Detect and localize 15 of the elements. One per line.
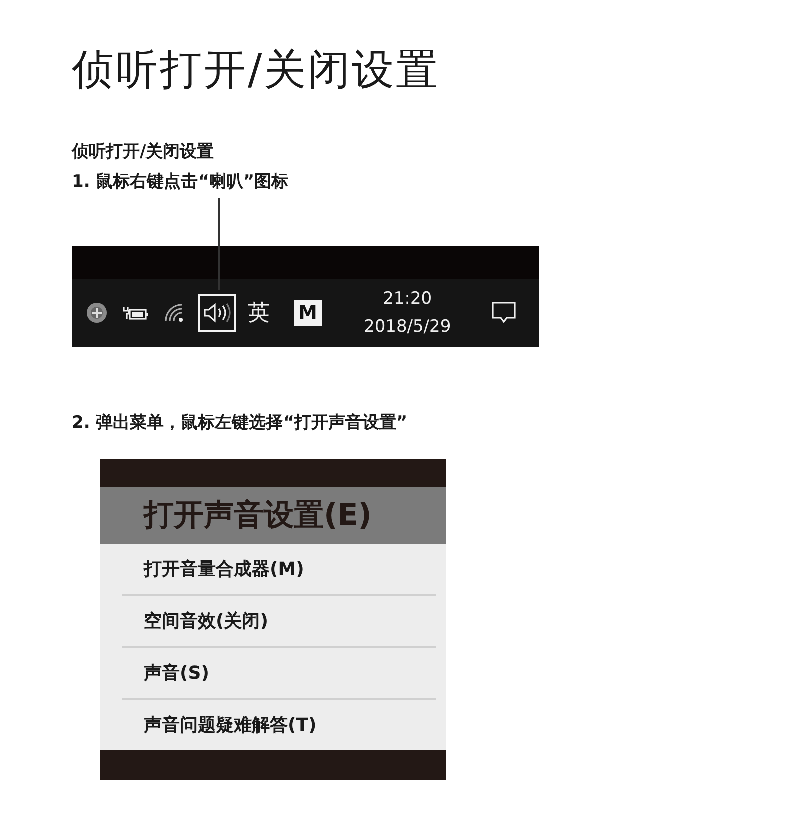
step-text: 2. 弹出菜单，鼠标左键选择“打开声音设置” — [72, 412, 409, 435]
clock-time[interactable]: 21:20 — [383, 285, 432, 313]
menu-item[interactable]: 打开声音设置(E) — [100, 487, 446, 544]
menu-item[interactable]: 声音(S) — [100, 648, 446, 698]
page-title: 侦听打开/关闭设置 — [72, 44, 442, 96]
globe-icon[interactable] — [84, 300, 110, 326]
ime-mode[interactable]: M — [294, 300, 322, 326]
input-language[interactable]: 英 — [246, 296, 272, 330]
clock-date[interactable]: 2018/5/29 — [364, 313, 452, 341]
section-heading: 侦听打开/关闭设置 — [72, 141, 216, 164]
menu-item[interactable]: 声音问题疑难解答(T) — [100, 700, 446, 750]
menu-item[interactable]: 空间音效(关闭) — [100, 596, 446, 646]
speaker-icon[interactable] — [198, 294, 236, 332]
menu-item[interactable]: 打开音量合成器(M) — [100, 544, 446, 594]
step-text: 1. 鼠标右键点击“喇叭”图标 — [72, 171, 290, 194]
